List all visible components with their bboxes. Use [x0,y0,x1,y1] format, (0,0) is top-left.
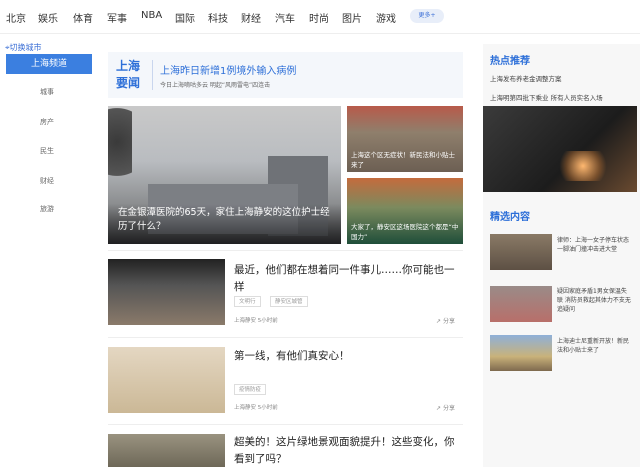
thumb-news-2[interactable]: 大家了，静安区这场医院这个都是“中国力” [347,178,463,244]
picks-title: 精选内容 [490,212,530,223]
hot-title: 热点推荐 [490,56,530,67]
nav-item-photos[interactable]: 图片 [342,10,362,25]
hot-image-glow [553,151,613,181]
hot-link[interactable]: 上海发布养老金调整方案 [490,73,562,83]
switch-city-link[interactable]: ⌖切换城市 [5,42,42,53]
pick-thumb[interactable] [490,234,552,270]
feed-image-2[interactable] [108,347,225,413]
nav-item-intl[interactable]: 国际 [175,10,195,25]
nav-item-sports[interactable]: 体育 [73,10,93,25]
hero-caption[interactable]: 在金银潭医院的65天，家住上海静安的这位护士经历了什么？ [118,206,333,234]
nav-item-nba[interactable]: NBA [141,10,162,21]
feed-tag[interactable]: 静安区城管 [270,296,308,307]
feed-tag[interactable]: 文明行 [234,296,261,307]
nav-item-auto[interactable]: 汽车 [275,10,295,25]
sidebar-item-finance[interactable]: 财经 [40,176,54,186]
nav-item-games[interactable]: 游戏 [376,10,396,25]
feed-meta: 上海静安 5小时前 [234,405,278,411]
pick-text[interactable]: 上海迪士尼重新开放！新民法和小贴士来了 [557,337,632,355]
banner-subline[interactable]: 今日上海嘀咕多云 明起“风雨雷电”四连击 [160,80,270,89]
divider [108,424,463,425]
feed-title-1[interactable]: 最近，他们都在想着同一件事儿……你可能也一样 [234,262,459,296]
feed-tag[interactable]: 疫情防疫 [234,384,267,395]
top-nav: 北京 娱乐 体育 军事 NBA 国际 科技 财经 汽车 时尚 图片 游戏 更多+ [0,0,640,34]
hot-link[interactable]: 上海明第四批下乘业 所有人员实名入场 [490,92,603,102]
sidebar-item-life[interactable]: 民生 [40,146,54,156]
carousel-dots[interactable] [300,238,330,244]
channel-button[interactable]: 上海频道 [6,54,92,74]
feed-meta: 上海静安 5小时前 [234,318,278,324]
share-label: 分享 [442,405,455,412]
feed-title-2[interactable]: 第一线，有他们真安心！ [234,348,459,365]
nav-item-beijing[interactable]: 北京 [6,10,26,25]
share-icon: ↗ [436,405,443,412]
share-button[interactable]: ↗ 分享 [436,403,455,412]
share-icon: ↗ [436,318,443,325]
sidebar-item-city[interactable]: 城事 [40,87,54,97]
share-label: 分享 [442,318,455,325]
hot-image[interactable] [483,106,637,192]
pick-text[interactable]: 疑因家庭矛盾1男女保温失联 消防员救起其体力不支无追疑问 [557,287,632,314]
nav-item-ent[interactable]: 娱乐 [38,10,58,25]
switch-city-label: 切换城市 [9,43,42,52]
thumb-news-1[interactable]: 上海这个区无症状！新民法和小贴士来了 [347,106,463,172]
pick-text[interactable]: 律师：上海一女子停车状态一脚油门撞冲击进大堂 [557,236,632,254]
nav-item-military[interactable]: 军事 [107,10,127,25]
feed-image-1[interactable] [108,259,225,325]
divider [108,337,463,338]
nav-item-finance[interactable]: 财经 [241,10,261,25]
sidebar-item-house[interactable]: 房产 [40,117,54,127]
news-banner: 上海要闻 上海昨日新增1例境外输入病例 今日上海嘀咕多云 明起“风雨雷电”四连击 [108,52,463,98]
pick-thumb[interactable] [490,335,552,371]
banner-tag: 上海要闻 [116,59,141,90]
thumb-caption: 上海这个区无症状！新民法和小贴士来了 [351,151,455,169]
banner-divider [152,60,153,90]
thumb-caption: 大家了，静安区这场医院这个都是“中国力” [351,223,459,241]
hero-photo-tree [108,106,132,196]
feed-title-3[interactable]: 超美的！这片绿地景观面貌提升！这些变化，你看到了吗？ [234,434,459,468]
feed-image-3[interactable] [108,434,225,467]
share-button[interactable]: ↗ 分享 [436,316,455,325]
sidebar-item-travel[interactable]: 旅游 [40,204,54,214]
hero-carousel[interactable]: 在金银潭医院的65天，家住上海静安的这位护士经历了什么？ [108,106,341,244]
divider [108,250,463,251]
pick-thumb[interactable] [490,286,552,322]
more-button[interactable]: 更多+ [410,9,444,23]
nav-item-tech[interactable]: 科技 [208,10,228,25]
banner-headline[interactable]: 上海昨日新增1例境外输入病例 [160,62,296,77]
nav-item-fashion[interactable]: 时尚 [309,10,329,25]
